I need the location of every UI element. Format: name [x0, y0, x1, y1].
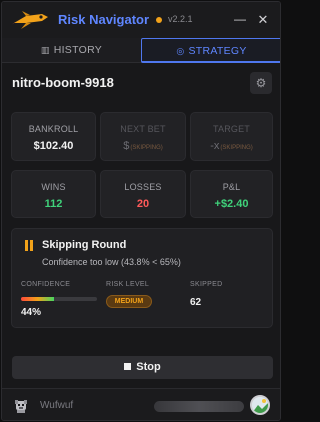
confidence-bar	[21, 297, 97, 301]
losses-card: LOSSES 20	[100, 170, 186, 218]
session-name: nitro-boom-9918	[12, 75, 114, 90]
next-bet-label: NEXT BET	[120, 124, 166, 134]
tab-history-label: HISTORY	[53, 44, 103, 56]
target-label: TARGET	[212, 124, 251, 134]
bankroll-card: BANKROLL $102.40	[11, 112, 96, 161]
pnl-label: P&L	[222, 182, 241, 192]
risk-level-label: RISK LEVEL	[106, 281, 150, 288]
bankroll-label: BANKROLL	[28, 124, 79, 134]
losses-value: 20	[136, 198, 150, 210]
target-card: TARGET -x(SKIPPING)	[190, 112, 273, 161]
confidence-label: CONFIDENCE	[21, 281, 71, 288]
title-bar[interactable]: Risk Navigator v2.2.1 — ✕	[2, 2, 280, 38]
next-bet-card: NEXT BET $(SKIPPING)	[100, 112, 186, 161]
confidence-value: 44%	[21, 307, 42, 318]
stop-label: Stop	[136, 361, 161, 373]
dog-avatar-icon	[15, 400, 27, 413]
profile-avatar-icon[interactable]	[250, 395, 270, 415]
status-title: Skipping Round	[42, 239, 127, 251]
bar-chart-icon: ▥	[40, 45, 50, 55]
status-subtitle: Confidence too low (43.8% < 65%)	[42, 257, 181, 267]
settings-button[interactable]: ⚙	[250, 72, 272, 94]
losses-label: LOSSES	[124, 182, 162, 192]
tab-history[interactable]: ▥ HISTORY	[2, 38, 141, 63]
stop-icon	[124, 363, 132, 370]
version-label: v2.2.1	[168, 14, 193, 24]
skipping-tag: (SKIPPING)	[130, 145, 163, 151]
tab-bar: ▥ HISTORY ◎ STRATEGY	[2, 38, 280, 63]
skipped-label: SKIPPED	[190, 281, 223, 288]
pnl-card: P&L +$2.40	[190, 170, 273, 218]
next-bet-value: $(SKIPPING)	[123, 140, 163, 152]
pause-icon	[25, 240, 33, 251]
wins-label: WINS	[41, 182, 66, 192]
status-indicator	[156, 17, 162, 23]
bankroll-value: $102.40	[33, 140, 74, 152]
rocket-plane-icon	[12, 11, 48, 29]
profile-avatar-image	[252, 397, 268, 413]
stop-button[interactable]: Stop	[12, 356, 273, 379]
app-title: Risk Navigator	[58, 12, 150, 27]
wins-card: WINS 112	[11, 170, 96, 218]
gear-icon: ⚙	[255, 76, 267, 90]
round-status-panel: Skipping Round Confidence too low (43.8%…	[11, 228, 273, 328]
redacted-info	[154, 401, 244, 412]
close-button[interactable]: ✕	[253, 10, 273, 30]
risk-level-badge: MEDIUM	[106, 295, 152, 308]
minimize-button[interactable]: —	[230, 10, 250, 30]
skipping-tag: (SKIPPING)	[220, 145, 253, 151]
footer: Wufwuf	[2, 388, 280, 420]
confidence-bar-fill	[21, 297, 55, 301]
wins-value: 112	[44, 198, 63, 210]
app-window: Risk Navigator v2.2.1 — ✕ ▥ HISTORY ◎ STRA…	[1, 1, 281, 421]
tab-strategy[interactable]: ◎ STRATEGY	[141, 38, 280, 63]
tab-strategy-label: STRATEGY	[188, 45, 247, 57]
pnl-value: +$2.40	[214, 198, 249, 210]
target-value: -x(SKIPPING)	[210, 140, 253, 152]
skipped-value: 62	[190, 297, 202, 308]
target-icon: ◎	[176, 46, 185, 56]
username: Wufwuf	[40, 400, 74, 411]
